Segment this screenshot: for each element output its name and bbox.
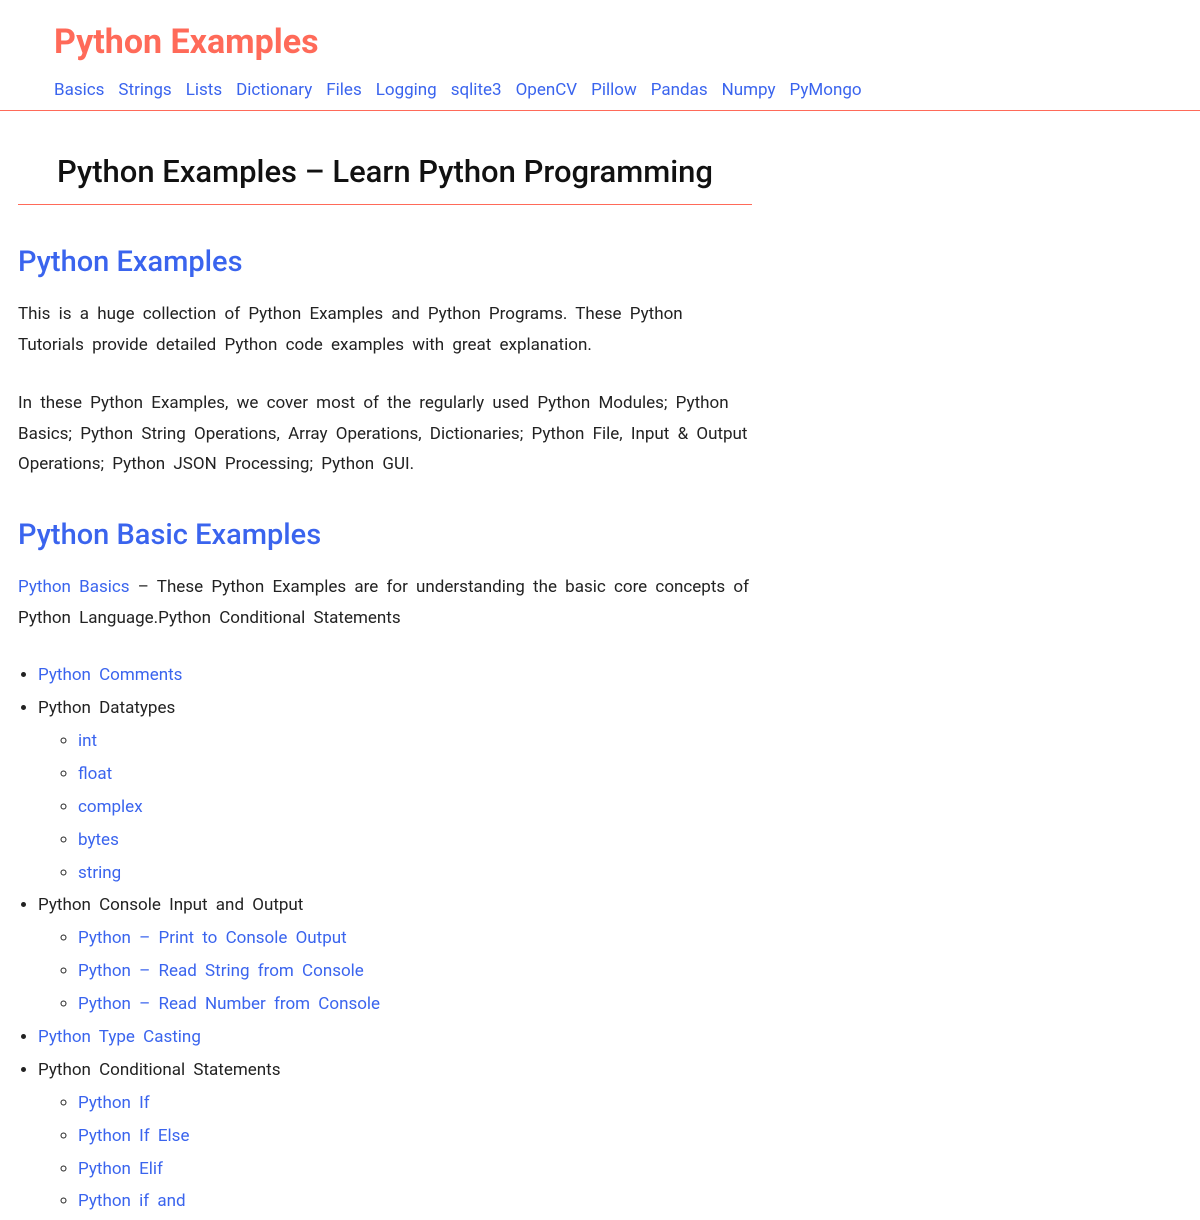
nav-link-lists[interactable]: Lists	[186, 80, 222, 100]
list-link[interactable]: bytes	[78, 830, 119, 850]
sub-list: Python – Print to Console Output Python –…	[38, 924, 752, 1019]
basics-lead-paragraph: Python Basics – These Python Examples ar…	[18, 572, 752, 633]
list-link[interactable]: int	[78, 731, 97, 751]
nav-link-sqlite3[interactable]: sqlite3	[451, 80, 502, 100]
list-item: Python – Read String from Console	[78, 957, 752, 986]
list-link[interactable]: string	[78, 863, 121, 883]
list-item: Python Elif	[78, 1155, 752, 1184]
list-label: Python Console Input and Output	[38, 895, 303, 915]
page-title: Python Examples – Learn Python Programmi…	[18, 153, 752, 190]
sub-list: int float complex bytes string	[38, 727, 752, 887]
list-link[interactable]: Python – Print to Console Output	[78, 928, 347, 948]
sub-list: Python If Python If Else Python Elif Python…	[38, 1089, 752, 1217]
nav-link-strings[interactable]: Strings	[118, 80, 171, 100]
basics-list: Python Comments Python Datatypes int float c…	[18, 661, 752, 1216]
list-link[interactable]: Python If Else	[78, 1126, 189, 1146]
list-item: int	[78, 727, 752, 756]
section-heading-basics: Python Basic Examples	[18, 518, 752, 552]
list-label: Python Conditional Statements	[38, 1060, 281, 1080]
header-separator	[0, 110, 1200, 111]
list-item: Python Type Casting	[38, 1023, 752, 1052]
nav-link-pymongo[interactable]: PyMongo	[790, 80, 862, 100]
list-label: Python Datatypes	[38, 698, 175, 718]
list-item: Python – Print to Console Output	[78, 924, 752, 953]
list-item: string	[78, 859, 752, 888]
nav-link-numpy[interactable]: Numpy	[722, 80, 776, 100]
list-link[interactable]: Python – Read Number from Console	[78, 994, 380, 1014]
main-content: Python Examples – Learn Python Programmi…	[0, 153, 770, 1216]
nav-link-files[interactable]: Files	[326, 80, 361, 100]
python-basics-link[interactable]: Python Basics	[18, 577, 130, 597]
list-item: Python If Else	[78, 1122, 752, 1151]
list-link[interactable]: Python If	[78, 1093, 150, 1113]
list-item: Python Comments	[38, 661, 752, 690]
list-link[interactable]: Python – Read String from Console	[78, 961, 364, 981]
nav-link-basics[interactable]: Basics	[54, 80, 104, 100]
list-item: complex	[78, 793, 752, 822]
list-link[interactable]: Python Elif	[78, 1159, 163, 1179]
list-item: Python Console Input and Output	[38, 891, 752, 920]
nav-link-opencv[interactable]: OpenCV	[516, 80, 578, 100]
site-title: Python Examples	[54, 22, 1146, 62]
intro-paragraph-2: In these Python Examples, we cover most …	[18, 388, 752, 480]
section-heading-intro: Python Examples	[18, 245, 752, 279]
list-item: Python Conditional Statements	[38, 1056, 752, 1085]
list-item: Python if and	[78, 1187, 752, 1216]
list-item: bytes	[78, 826, 752, 855]
intro-paragraph-1: This is a huge collection of Python Exam…	[18, 299, 752, 360]
nav-link-logging[interactable]: Logging	[376, 80, 437, 100]
list-item: float	[78, 760, 752, 789]
list-link[interactable]: Python Comments	[38, 665, 182, 685]
page-title-separator	[18, 204, 752, 205]
nav-link-pandas[interactable]: Pandas	[651, 80, 708, 100]
list-link[interactable]: complex	[78, 797, 143, 817]
site-header: Python Examples Basics Strings Lists Dictio…	[0, 0, 1200, 100]
list-item: Python – Read Number from Console	[78, 990, 752, 1019]
list-link[interactable]: Python Type Casting	[38, 1027, 201, 1047]
list-item: Python If	[78, 1089, 752, 1118]
nav-link-dictionary[interactable]: Dictionary	[236, 80, 312, 100]
list-item: Python Datatypes	[38, 694, 752, 723]
nav-link-pillow[interactable]: Pillow	[591, 80, 637, 100]
list-link[interactable]: float	[78, 764, 112, 784]
list-link[interactable]: Python if and	[78, 1191, 186, 1211]
top-nav: Basics Strings Lists Dictionary Files Logging…	[54, 80, 1146, 100]
